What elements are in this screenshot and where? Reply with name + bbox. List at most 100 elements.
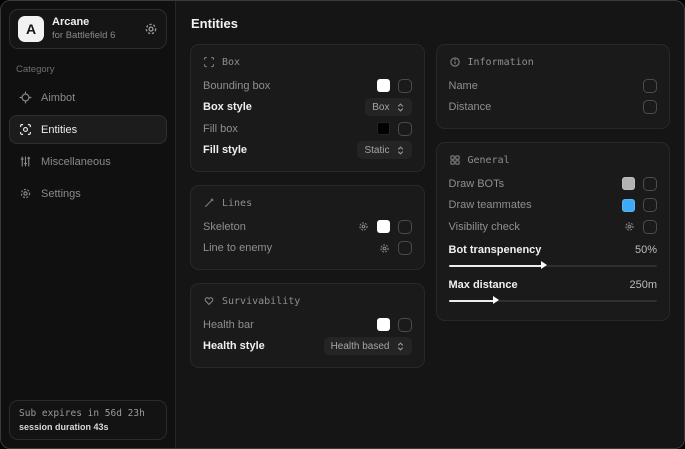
scan-eye-icon xyxy=(19,123,32,136)
setting-row-visibility-check: Visibility check xyxy=(449,216,658,238)
setting-label: Name xyxy=(449,80,478,92)
max-distance-slider[interactable] xyxy=(449,300,658,302)
setting-row-max-distance: Max distance 250m xyxy=(449,275,658,295)
color-swatch[interactable] xyxy=(377,79,390,92)
checkbox[interactable] xyxy=(398,220,412,234)
setting-label: Bot transpenency xyxy=(449,244,542,256)
slider-value: 250m xyxy=(629,279,657,291)
right-column: Information Name Distance xyxy=(436,44,671,368)
checkbox[interactable] xyxy=(643,100,657,114)
app-title-block: Arcane for Battlefield 6 xyxy=(52,16,115,42)
box-brackets-icon xyxy=(203,56,215,68)
setting-row-draw-bots: Draw BOTs xyxy=(449,173,658,195)
setting-row-draw-teammates: Draw teammates xyxy=(449,195,658,217)
checkbox[interactable] xyxy=(643,177,657,191)
line-icon xyxy=(203,197,215,209)
checkbox[interactable] xyxy=(398,318,412,332)
heart-icon xyxy=(203,295,215,307)
dropdown-value: Static xyxy=(364,145,389,156)
panel-box-header: Box xyxy=(203,56,412,68)
sidebar-item-entities[interactable]: Entities xyxy=(9,115,167,144)
panel-information-header: Information xyxy=(449,56,658,68)
checkbox[interactable] xyxy=(398,122,412,136)
checkbox[interactable] xyxy=(643,198,657,212)
slider-fill xyxy=(449,300,495,302)
panel-title: Survivability xyxy=(222,296,300,307)
main-content: Entities Box B xyxy=(176,1,684,448)
setting-row-health-bar: Health bar xyxy=(203,314,412,336)
chevron-up-down-icon xyxy=(396,342,405,351)
setting-label: Visibility check xyxy=(449,221,520,233)
subscription-card: Sub expires in 56d 23h session duration … xyxy=(9,400,167,440)
chevron-up-down-icon xyxy=(396,103,405,112)
setting-row-health-style: Health style Health based xyxy=(203,336,412,358)
sliders-icon xyxy=(19,155,32,168)
setting-label: Skeleton xyxy=(203,221,246,233)
slider-thumb[interactable] xyxy=(541,261,547,269)
chevron-up-down-icon xyxy=(396,146,405,155)
dropdown-value: Health based xyxy=(331,341,390,352)
gear-icon[interactable] xyxy=(379,243,390,254)
sidebar-item-aimbot[interactable]: Aimbot xyxy=(9,83,167,112)
gear-icon[interactable] xyxy=(358,221,369,232)
sidebar-item-settings[interactable]: Settings xyxy=(9,179,167,208)
grid-icon xyxy=(449,154,461,166)
panel-survivability-header: Survivability xyxy=(203,295,412,307)
setting-label: Distance xyxy=(449,101,492,113)
setting-label: Fill style xyxy=(203,144,247,156)
setting-label: Box style xyxy=(203,101,252,113)
dropdown-value: Box xyxy=(372,102,389,113)
slider-thumb[interactable] xyxy=(493,296,499,304)
panel-information: Information Name Distance xyxy=(436,44,671,129)
app-logo: A xyxy=(18,16,44,42)
setting-row-distance: Distance xyxy=(449,97,658,119)
app-header-card: A Arcane for Battlefield 6 xyxy=(9,9,167,49)
checkbox[interactable] xyxy=(643,220,657,234)
color-swatch[interactable] xyxy=(377,318,390,331)
setting-row-fill-box: Fill box xyxy=(203,118,412,140)
sub-expiry-text: Sub expires in 56d 23h xyxy=(19,408,157,419)
info-icon xyxy=(449,56,461,68)
app-window: A Arcane for Battlefield 6 Category Aimb… xyxy=(0,0,685,449)
setting-label: Draw teammates xyxy=(449,199,532,211)
checkbox[interactable] xyxy=(398,241,412,255)
setting-label: Health style xyxy=(203,340,265,352)
left-column: Box Bounding box Box style Box xyxy=(190,44,425,368)
checkbox[interactable] xyxy=(398,79,412,93)
fill-style-dropdown[interactable]: Static xyxy=(357,141,411,159)
color-swatch[interactable] xyxy=(377,122,390,135)
setting-label: Max distance xyxy=(449,279,518,291)
bot-transparency-slider[interactable] xyxy=(449,265,658,267)
panel-title: Information xyxy=(468,57,534,68)
panel-general: General Draw BOTs Draw teammates xyxy=(436,142,671,321)
color-swatch[interactable] xyxy=(377,220,390,233)
panel-survivability: Survivability Health bar Health style xyxy=(190,283,425,368)
checkbox[interactable] xyxy=(643,79,657,93)
setting-label: Draw BOTs xyxy=(449,178,505,190)
panel-lines: Lines Skeleton xyxy=(190,185,425,270)
gear-icon[interactable] xyxy=(624,221,635,232)
color-swatch[interactable] xyxy=(622,177,635,190)
sidebar-item-label: Entities xyxy=(41,124,77,136)
gear-icon[interactable] xyxy=(144,22,158,36)
health-style-dropdown[interactable]: Health based xyxy=(324,337,412,355)
sidebar-item-miscellaneous[interactable]: Miscellaneous xyxy=(9,147,167,176)
setting-row-bot-transparency: Bot transpenency 50% xyxy=(449,240,658,260)
panel-title: Box xyxy=(222,57,240,68)
sidebar-item-label: Settings xyxy=(41,188,81,200)
setting-row-line-to-enemy: Line to enemy xyxy=(203,238,412,260)
setting-row-bounding-box: Bounding box xyxy=(203,75,412,97)
setting-label: Bounding box xyxy=(203,80,270,92)
color-swatch[interactable] xyxy=(622,199,635,212)
setting-row-fill-style: Fill style Static xyxy=(203,140,412,162)
panel-general-header: General xyxy=(449,154,658,166)
sidebar: A Arcane for Battlefield 6 Category Aimb… xyxy=(1,1,176,448)
setting-row-name: Name xyxy=(449,75,658,97)
box-style-dropdown[interactable]: Box xyxy=(365,98,411,116)
setting-row-box-style: Box style Box xyxy=(203,97,412,119)
panel-title: General xyxy=(468,155,510,166)
app-subtitle: for Battlefield 6 xyxy=(52,30,115,42)
slider-value: 50% xyxy=(635,244,657,256)
crosshair-icon xyxy=(19,91,32,104)
setting-label: Fill box xyxy=(203,123,238,135)
